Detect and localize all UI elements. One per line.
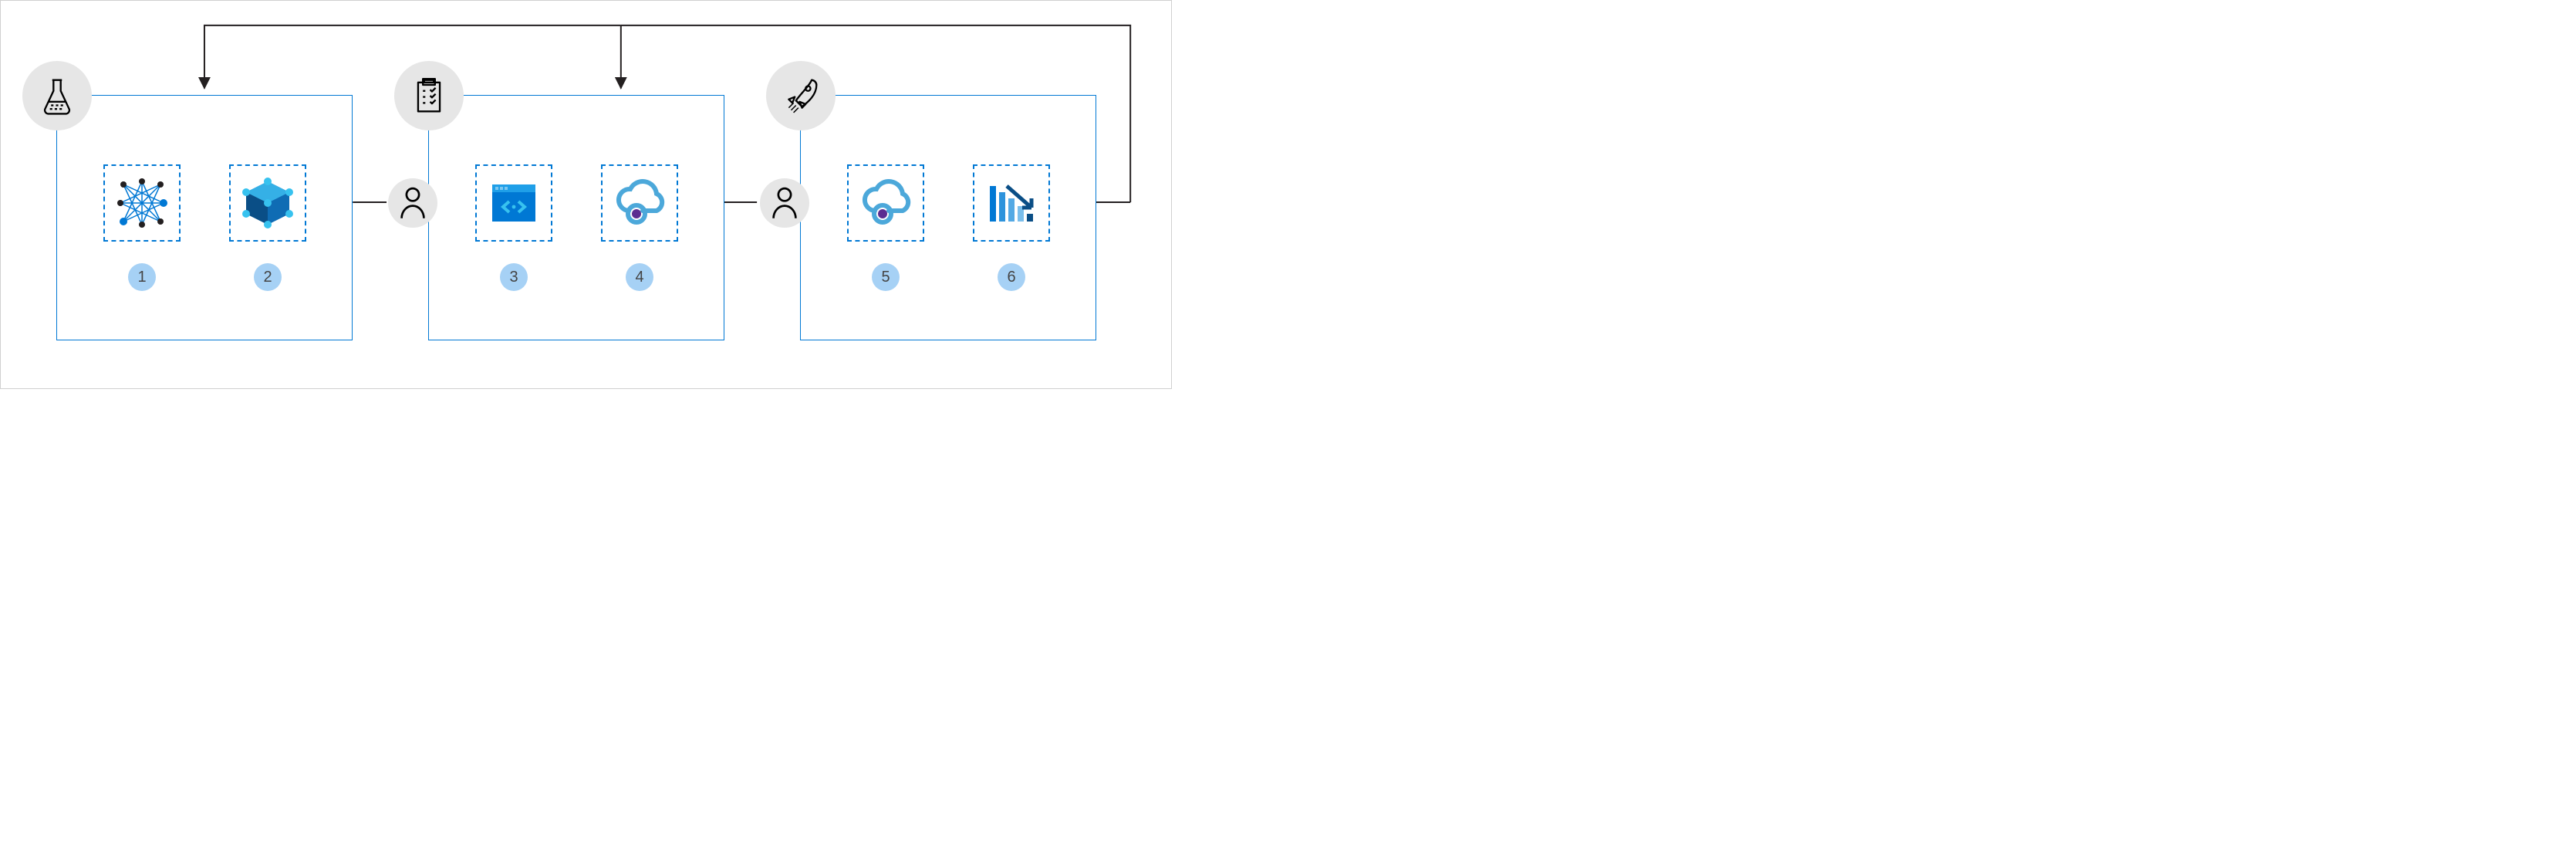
drift-chart-icon xyxy=(984,175,1039,231)
badge-3: 3 xyxy=(500,263,528,291)
person-icon xyxy=(399,186,427,220)
badge-4: 4 xyxy=(626,263,653,291)
badge-6: 6 xyxy=(998,263,1025,291)
node-model-artifact xyxy=(229,164,306,242)
stage-experiment xyxy=(56,95,353,340)
badge-1: 1 xyxy=(128,263,156,291)
neural-network-icon xyxy=(114,175,170,231)
node-test-endpoint xyxy=(601,164,678,242)
node-monitor-drift xyxy=(973,164,1050,242)
code-window-icon xyxy=(486,175,542,231)
cloud-service-icon xyxy=(612,175,667,231)
rocket-icon xyxy=(766,61,836,130)
node-prod-endpoint xyxy=(847,164,924,242)
badge-2: 2 xyxy=(254,263,282,291)
pipeline-diagram: 1 2 3 xyxy=(0,0,1172,389)
approval-gate-2 xyxy=(760,178,809,228)
stage-validate xyxy=(428,95,724,340)
node-scoring-script xyxy=(475,164,552,242)
node-train-model xyxy=(103,164,181,242)
approval-gate-1 xyxy=(388,178,437,228)
person-icon xyxy=(771,186,798,220)
cube-icon xyxy=(240,175,295,231)
stage-deploy xyxy=(800,95,1096,340)
clipboard-check-icon xyxy=(394,61,464,130)
flask-icon xyxy=(22,61,92,130)
cloud-service-icon xyxy=(858,175,913,231)
badge-5: 5 xyxy=(872,263,900,291)
